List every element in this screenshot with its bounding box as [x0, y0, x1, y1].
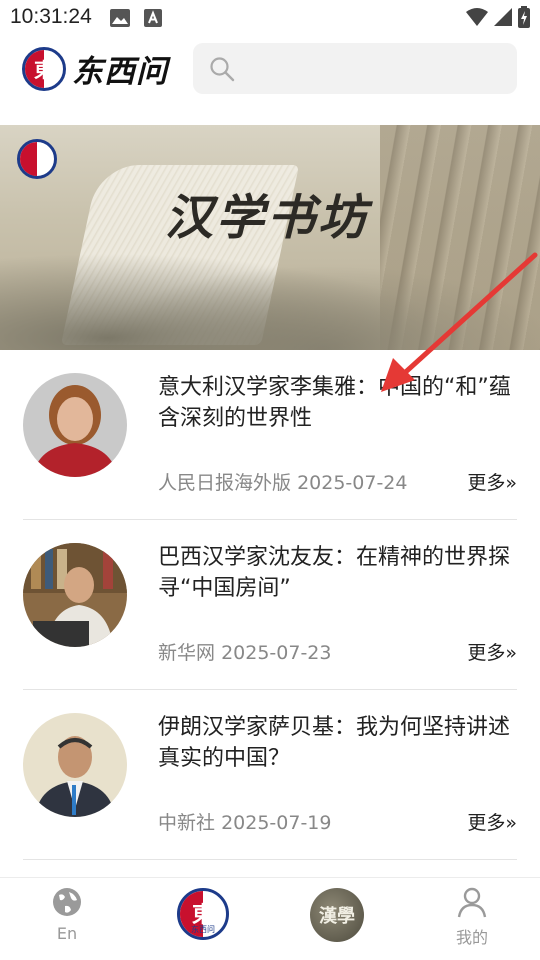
banner-title: 汉学书坊	[165, 190, 370, 246]
app-logo[interactable]: 東 东西问	[22, 46, 168, 91]
more-button[interactable]: 更多»	[467, 468, 517, 495]
more-button[interactable]: 更多»	[467, 638, 517, 665]
article-title: 伊朗汉学家萨贝基：我为何坚持讲述真实的中国？	[158, 715, 511, 771]
article-date: 2025-07-23	[221, 642, 332, 664]
article-meta: 中新社 2025-07-19	[158, 808, 331, 835]
app-header: 東 东西问	[0, 36, 540, 106]
bottom-navigation: En 東 东西问 漢學 我的	[0, 877, 540, 960]
article-title: 巴西汉学家沈友友：在精神的世界探寻“中国房间”	[158, 545, 511, 601]
status-bar: 10:31:24	[0, 0, 540, 36]
article-date: 2025-07-24	[297, 472, 408, 494]
search-input[interactable]	[193, 43, 517, 94]
more-label: 更多	[467, 642, 506, 664]
brand-logo-icon: 東 东西问	[177, 888, 229, 940]
status-time: 10:31:24	[10, 5, 92, 28]
double-chevron-right-icon: »	[505, 812, 517, 834]
globe-icon	[51, 886, 83, 922]
nav-label-mine: 我的	[455, 928, 488, 947]
double-chevron-right-icon: »	[505, 642, 517, 664]
wifi-icon	[466, 8, 488, 30]
more-label: 更多	[467, 472, 506, 494]
article-source: 人民日报海外版	[158, 472, 292, 494]
nav-item-dongxiwen[interactable]: 東 东西问	[176, 888, 230, 940]
double-chevron-right-icon: »	[505, 472, 517, 494]
hanxue-seal-text: 漢學	[319, 906, 355, 927]
article-meta: 人民日报海外版 2025-07-24	[158, 468, 407, 495]
search-icon	[209, 56, 235, 86]
nav-item-profile[interactable]: 我的	[452, 886, 492, 948]
article-avatar	[23, 713, 127, 817]
article-avatar	[23, 543, 127, 647]
nav-label-en: En	[56, 924, 78, 943]
app-notification-icon	[144, 9, 162, 31]
logo-text: 东西问	[72, 54, 168, 90]
annotation-arrow-icon	[381, 252, 538, 392]
nav-item-english[interactable]: En	[50, 886, 84, 943]
more-label: 更多	[467, 812, 506, 834]
brand-logo-caption: 东西问	[191, 925, 215, 934]
article-source: 中新社	[158, 812, 216, 834]
article-item[interactable]: 伊朗汉学家萨贝基：我为何坚持讲述真实的中国？ 中新社 2025-07-19 更多…	[23, 690, 517, 860]
battery-icon	[518, 6, 530, 32]
cellular-signal-icon	[494, 8, 512, 30]
article-date: 2025-07-19	[221, 812, 332, 834]
status-indicators	[466, 6, 530, 32]
article-meta: 新华网 2025-07-23	[158, 638, 331, 665]
nav-item-hanxue[interactable]: 漢學	[309, 888, 365, 942]
article-source: 新华网	[158, 642, 216, 664]
article-avatar	[23, 373, 127, 477]
banner-logo-icon	[17, 139, 57, 179]
person-icon	[456, 886, 488, 922]
hanxue-seal-icon: 漢學	[310, 888, 364, 942]
image-notification-icon	[110, 9, 130, 31]
more-button[interactable]: 更多»	[467, 808, 517, 835]
article-item[interactable]: 巴西汉学家沈友友：在精神的世界探寻“中国房间” 新华网 2025-07-23 更…	[23, 520, 517, 690]
logo-emblem-icon: 東	[22, 46, 66, 91]
